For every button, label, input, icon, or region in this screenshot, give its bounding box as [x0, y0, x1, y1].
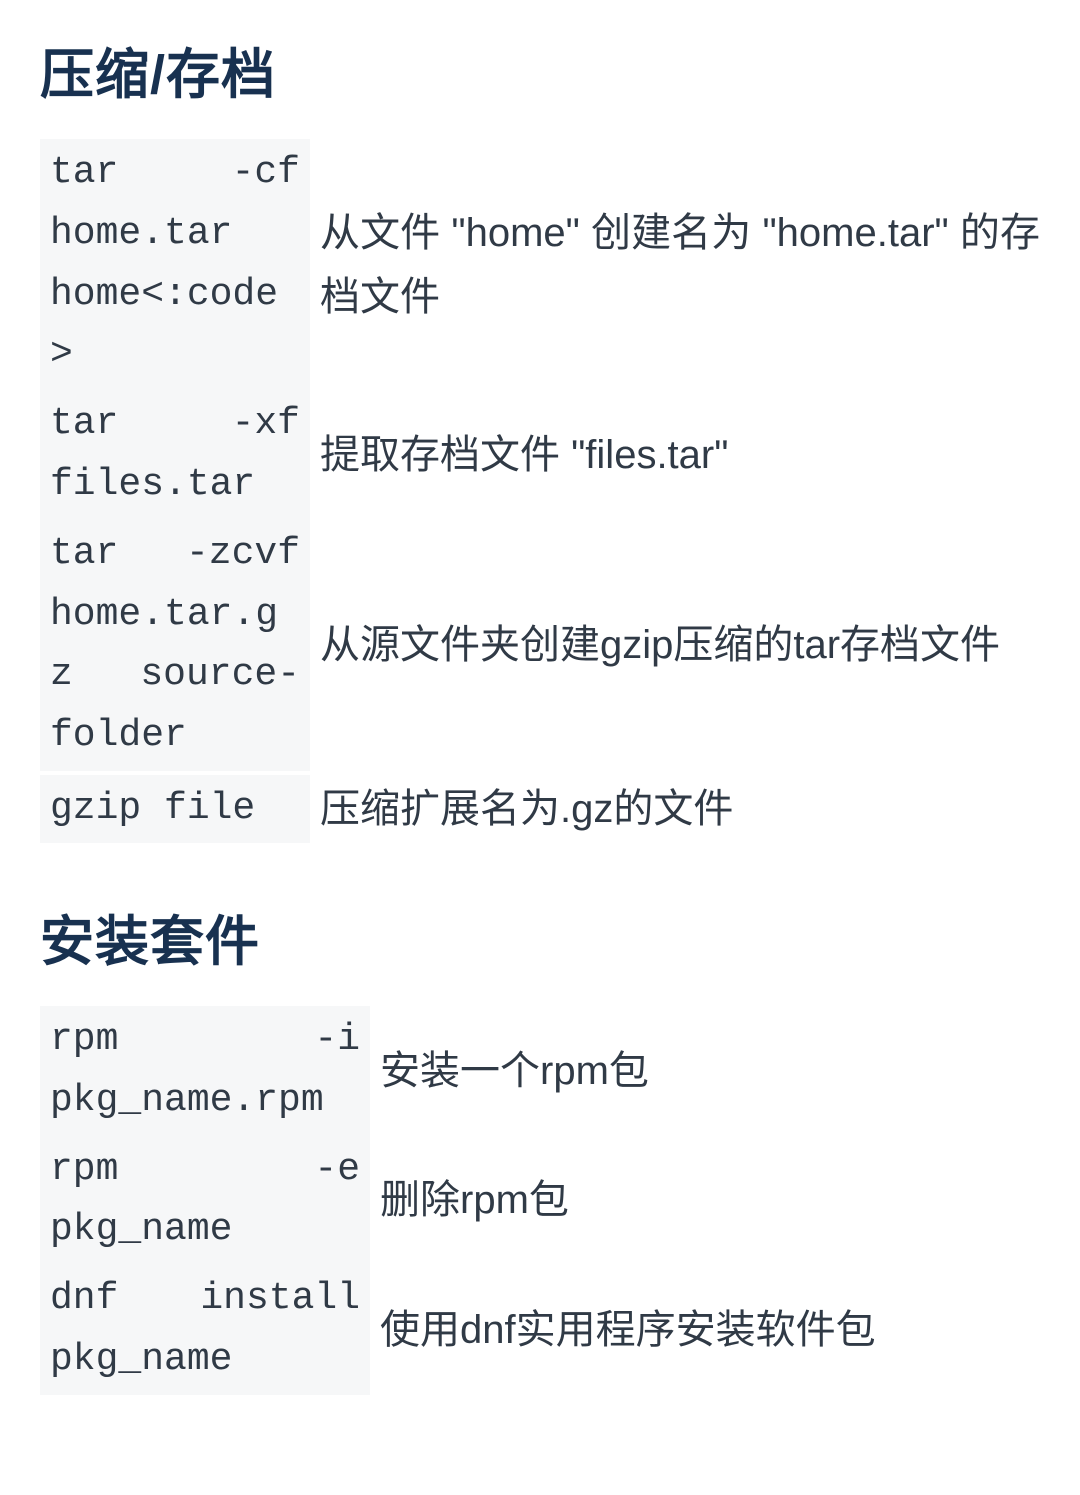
table-row: tar -xf files.tar 提取存档文件 "files.tar" — [40, 390, 1040, 520]
command-code: dnf install pkg_name — [40, 1265, 370, 1395]
command-description: 使用dnf实用程序安装软件包 — [380, 1265, 1040, 1395]
table-row: tar -zcvf home.tar.gz source-folder 从源文件… — [40, 520, 1040, 771]
command-description: 删除rpm包 — [380, 1136, 1040, 1266]
command-code: tar -xf files.tar — [40, 390, 310, 520]
command-code: tar -cf home.tar home<:code> — [40, 139, 310, 390]
install-table: rpm -i pkg_name.rpm 安装一个rpm包 rpm -e pkg_… — [40, 1006, 1040, 1395]
command-code: tar -zcvf home.tar.gz source-folder — [40, 520, 310, 771]
section-heading-install: 安装套件 — [40, 897, 1040, 976]
command-code: rpm -e pkg_name — [40, 1136, 370, 1266]
command-code: gzip file — [40, 775, 310, 844]
command-description: 提取存档文件 "files.tar" — [320, 390, 1040, 520]
table-row: rpm -i pkg_name.rpm 安装一个rpm包 — [40, 1006, 1040, 1136]
table-row: dnf install pkg_name 使用dnf实用程序安装软件包 — [40, 1265, 1040, 1395]
command-code: rpm -i pkg_name.rpm — [40, 1006, 370, 1136]
table-row: gzip file 压缩扩展名为.gz的文件 — [40, 771, 1040, 847]
section-heading-compress: 压缩/存档 — [40, 30, 1040, 109]
compress-table: tar -cf home.tar home<:code> 从文件 "home" … — [40, 139, 1040, 847]
command-description: 安装一个rpm包 — [380, 1006, 1040, 1136]
table-row: rpm -e pkg_name 删除rpm包 — [40, 1136, 1040, 1266]
table-row: tar -cf home.tar home<:code> 从文件 "home" … — [40, 139, 1040, 390]
command-description: 从文件 "home" 创建名为 "home.tar" 的存档文件 — [320, 139, 1040, 390]
command-description: 压缩扩展名为.gz的文件 — [320, 771, 1040, 847]
command-description: 从源文件夹创建gzip压缩的tar存档文件 — [320, 520, 1040, 771]
